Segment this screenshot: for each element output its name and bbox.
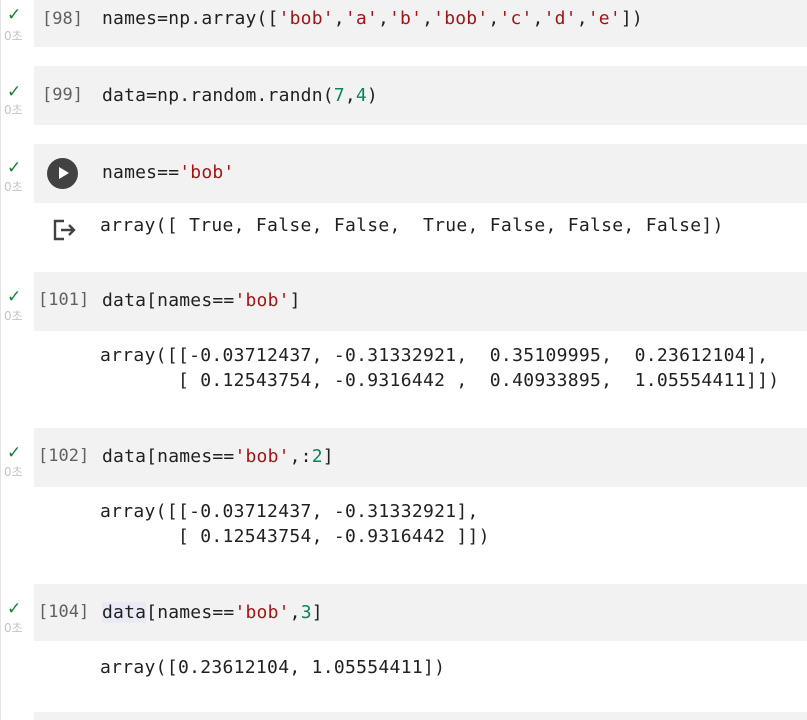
execution-time: 0초 xyxy=(4,180,23,194)
code-token: ] xyxy=(289,290,301,311)
check-icon: ✓ xyxy=(7,287,22,307)
code-token: 'd' xyxy=(543,8,577,29)
execution-count: [98] xyxy=(42,9,83,29)
check-icon: ✓ xyxy=(7,5,22,25)
code-token: 'bob' xyxy=(234,290,290,311)
execution-count: [102] xyxy=(38,446,90,466)
code-token: 'c' xyxy=(499,8,533,29)
code-editor[interactable]: data[names=='bob',3] xyxy=(102,602,323,624)
execution-count: [104] xyxy=(38,602,90,622)
code-token: ]) xyxy=(620,8,643,29)
code-token: 'e' xyxy=(587,8,621,29)
execution-count: [101] xyxy=(38,290,90,310)
code-token: , xyxy=(333,8,345,29)
code-editor[interactable]: data[names=='bob'] xyxy=(102,290,301,312)
execution-time: 0초 xyxy=(4,621,23,635)
execution-time: 0초 xyxy=(4,465,23,479)
code-editor[interactable]: names=='bob' xyxy=(102,162,234,184)
cell-output: array([ True, False, False, True, False,… xyxy=(100,215,724,236)
code-token: names=np.array([ xyxy=(102,8,279,29)
cell-output: array([[-0.03712437, -0.31332921], [ 0.1… xyxy=(100,501,490,547)
code-token: data[names== xyxy=(102,446,235,467)
code-editor[interactable]: data[names=='bob',:2] xyxy=(102,446,334,468)
code-token: 2 xyxy=(311,446,323,467)
code-token: ] xyxy=(322,446,334,467)
cell-output: array([0.23612104, 1.05554411]) xyxy=(100,657,446,678)
check-icon: ✓ xyxy=(7,599,22,619)
code-token: 'bob' xyxy=(234,446,290,467)
code-cell[interactable] xyxy=(34,712,807,720)
check-icon: ✓ xyxy=(7,82,22,102)
code-token: data xyxy=(102,602,147,623)
code-token: 4 xyxy=(355,85,367,106)
check-icon: ✓ xyxy=(7,158,22,178)
execution-time: 0초 xyxy=(4,103,23,117)
output-redirect-icon[interactable] xyxy=(53,219,77,241)
code-token: data=np.random.randn( xyxy=(102,85,334,106)
code-token: ) xyxy=(366,85,378,106)
code-token: 'bob' xyxy=(433,8,489,29)
code-token: , xyxy=(422,8,434,29)
code-editor[interactable]: names=np.array(['bob','a','b','bob','c',… xyxy=(102,8,643,30)
code-token: names== xyxy=(102,162,180,183)
execution-time: 0초 xyxy=(4,29,23,43)
code-token: 'bob' xyxy=(234,602,290,623)
execution-time: 0초 xyxy=(4,309,23,323)
code-token: 'b' xyxy=(389,8,423,29)
code-token: , xyxy=(488,8,500,29)
code-token: [names== xyxy=(146,602,235,623)
code-editor[interactable]: data=np.random.randn(7,4) xyxy=(102,85,378,107)
code-token: 'bob' xyxy=(179,162,235,183)
code-token: 'bob' xyxy=(278,8,334,29)
code-token: , xyxy=(344,85,356,106)
code-token: , xyxy=(289,602,301,623)
code-token: , xyxy=(576,8,588,29)
code-token: data[names== xyxy=(102,290,235,311)
execution-count: [99] xyxy=(42,85,83,105)
code-token: ,: xyxy=(289,446,312,467)
code-token: ] xyxy=(311,602,323,623)
cell-output: array([[-0.03712437, -0.31332921, 0.3510… xyxy=(100,345,780,391)
code-token: , xyxy=(532,8,544,29)
check-icon: ✓ xyxy=(7,443,22,463)
code-token: , xyxy=(377,8,389,29)
code-token: 3 xyxy=(300,602,312,623)
notebook-left-border xyxy=(0,0,1,720)
code-token: 'a' xyxy=(344,8,378,29)
run-cell-button[interactable] xyxy=(47,158,78,189)
code-token: 7 xyxy=(333,85,345,106)
